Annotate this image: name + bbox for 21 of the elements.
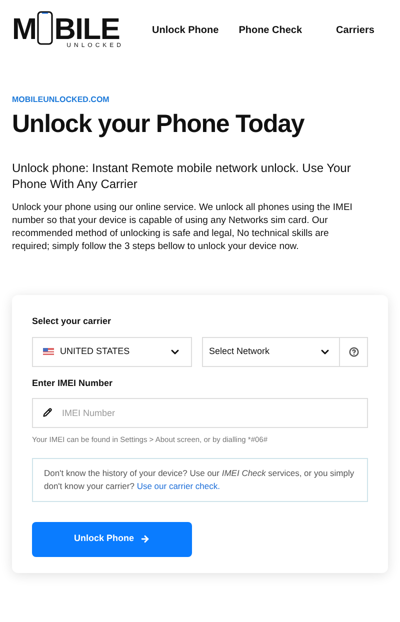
nav-link[interactable]: Phone Check [238, 22, 302, 38]
body-text: Unlock your phone using our online service. We unlock all phones using the IMEI number so that your device is capable of using any Networks sim card. Our recommended method of unlocking is safe and legal, No technical skills are required; simply follow the 3 steps bellow to unlock your device now. [12, 201, 354, 254]
network-select[interactable]: Select Network [202, 336, 368, 367]
unlock-button[interactable]: Unlock Phone [32, 522, 192, 556]
nav-link[interactable]: Unlock Phone [152, 22, 219, 38]
field-label: Enter IMEI Number [32, 376, 114, 390]
country-select[interactable]: UNITED STATES [32, 336, 192, 367]
site-label: MOBILEUNLOCKED.COM [12, 94, 110, 106]
pencil-icon [43, 408, 52, 418]
imei-field[interactable]: IMEI Number [32, 398, 368, 428]
arrow-icon [140, 534, 150, 544]
carrier-check-link[interactable]: Use our carrier check. [136, 480, 220, 490]
nav-link[interactable]: Carriers [336, 22, 374, 38]
lead-text: Unlock phone: Instant Remote mobile network unlock. Use Your Phone With Any Carrier [12, 160, 352, 192]
flag-icon [43, 348, 54, 356]
note-text: Don't know the history of your device? Use our IMEI Check services, or you simply don't know your carrier? Use our carrier check. [44, 466, 356, 492]
phone-icon [37, 11, 54, 45]
page-title: Unlock your Phone Today [12, 109, 306, 140]
field-label: Select your carrier [32, 315, 112, 328]
help-icon [348, 346, 358, 357]
logo-text: M [12, 15, 36, 45]
